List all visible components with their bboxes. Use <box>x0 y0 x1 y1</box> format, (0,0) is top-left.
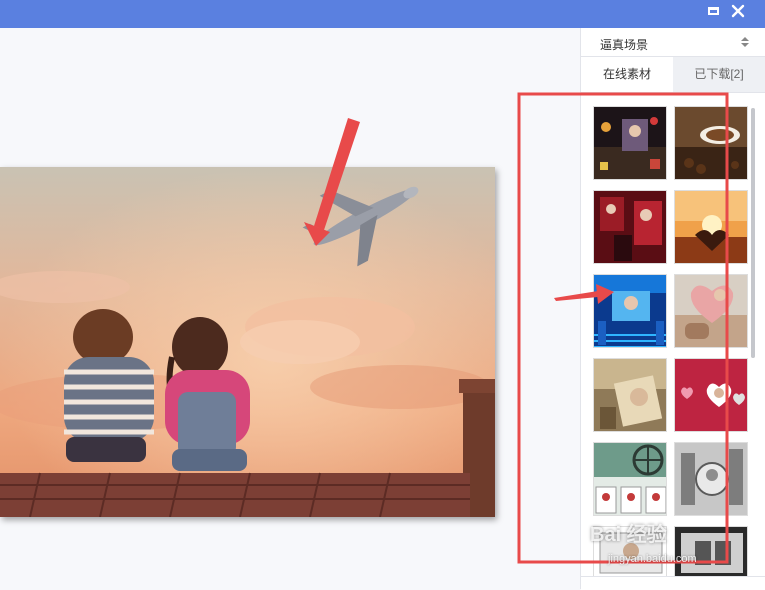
template-thumbnail[interactable] <box>674 106 748 180</box>
material-tabs: 在线素材 已下载[2] <box>581 57 765 93</box>
close-icon <box>731 4 745 18</box>
panel-footer <box>581 576 765 590</box>
sort-arrows-icon <box>741 35 749 49</box>
title-bar <box>0 0 765 28</box>
preview-photo <box>0 167 495 517</box>
template-scrollbar[interactable] <box>751 108 755 358</box>
scrollbar-thumb[interactable] <box>751 108 755 358</box>
maximize-icon <box>707 7 719 15</box>
tab-online-materials[interactable]: 在线素材 <box>581 57 673 92</box>
watermark-logo: Bai 经验 <box>590 524 667 546</box>
close-button[interactable] <box>725 0 751 22</box>
template-thumbnail[interactable] <box>593 358 667 432</box>
tab-downloaded[interactable]: 已下载[2] <box>673 57 765 92</box>
template-thumbnail[interactable] <box>593 442 667 516</box>
preview-canvas <box>0 28 580 589</box>
template-thumbnail[interactable] <box>593 274 667 348</box>
template-grid <box>581 93 765 589</box>
watermark-url: jingyan.baidu.com <box>608 553 697 565</box>
scene-type-value: 逼真场景 <box>600 38 649 52</box>
template-thumbnail[interactable] <box>593 106 667 180</box>
template-thumbnail[interactable] <box>674 358 748 432</box>
template-thumbnail[interactable] <box>674 190 748 264</box>
template-thumbnail[interactable] <box>593 190 667 264</box>
template-thumbnail[interactable] <box>674 442 748 516</box>
template-thumbnail[interactable] <box>674 274 748 348</box>
scene-type-dropdown[interactable]: 逼真场景 <box>581 28 765 57</box>
maximize-button[interactable] <box>700 0 726 22</box>
material-panel: 逼真场景 在线素材 已下载[2] <box>580 28 765 590</box>
